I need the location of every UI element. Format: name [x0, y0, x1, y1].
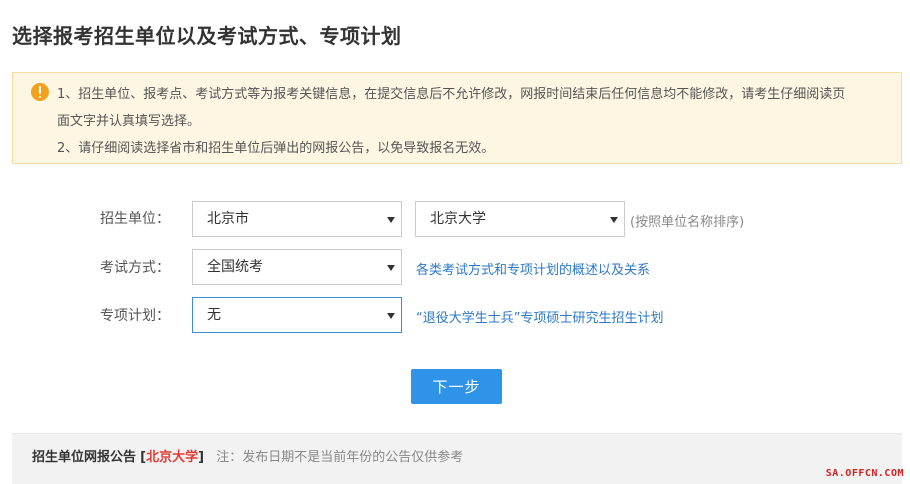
province-select[interactable]: 北京市 [192, 201, 402, 237]
exam-method-select[interactable]: 全国统考 [192, 249, 402, 285]
announcement-note: 注：发布日期不是当前年份的公告仅供参考 [216, 450, 464, 465]
veteran-plan-link[interactable]: “退役大学生士兵”专项硕士研究生招生计划 [416, 307, 663, 326]
announcement-unit-link[interactable]: 北京大学 [146, 450, 198, 465]
school-select-value: 北京大学 [430, 211, 486, 227]
watermark: SA.OFFCN.COM [825, 468, 904, 479]
chevron-down-icon [610, 217, 618, 223]
unit-sort-hint: (按照单位名称排序) [630, 215, 745, 230]
next-step-button[interactable]: 下一步 [411, 369, 502, 404]
special-plan-select-value: 无 [207, 307, 221, 323]
chevron-down-icon [387, 265, 395, 271]
announcement-bracket-close: ] [198, 450, 205, 465]
exam-method-select-value: 全国统考 [207, 259, 263, 275]
warning-icon [31, 83, 49, 101]
notice-box: 1、招生单位、报考点、考试方式等为报考关键信息，在提交信息后不允许修改，网报时间… [12, 72, 902, 164]
announcement-bar: 招生单位网报公告 [北京大学] 注：发布日期不是当前年份的公告仅供参考 [12, 433, 902, 484]
exam-method-label: 考试方式： [100, 260, 170, 276]
notice-line-2: 面文字并认真填写选择。 [57, 114, 201, 129]
notice-line-1: 1、招生单位、报考点、考试方式等为报考关键信息，在提交信息后不允许修改，网报时间… [57, 87, 846, 102]
notice-line-3: 2、请仔细阅读选择省市和招生单位后弹出的网报公告，以免导致报名无效。 [57, 141, 495, 156]
unit-label: 招生单位： [100, 211, 170, 227]
announcement-title: 招生单位网报公告 [32, 450, 137, 465]
chevron-down-icon [387, 313, 395, 319]
province-select-value: 北京市 [207, 211, 249, 227]
special-plan-select[interactable]: 无 [192, 297, 402, 333]
page-title: 选择报考招生单位以及考试方式、专项计划 [12, 24, 402, 48]
school-select[interactable]: 北京大学 [415, 201, 625, 237]
chevron-down-icon [387, 217, 395, 223]
exam-method-overview-link[interactable]: 各类考试方式和专项计划的概述以及关系 [416, 259, 650, 278]
special-plan-label: 专项计划： [100, 308, 170, 324]
